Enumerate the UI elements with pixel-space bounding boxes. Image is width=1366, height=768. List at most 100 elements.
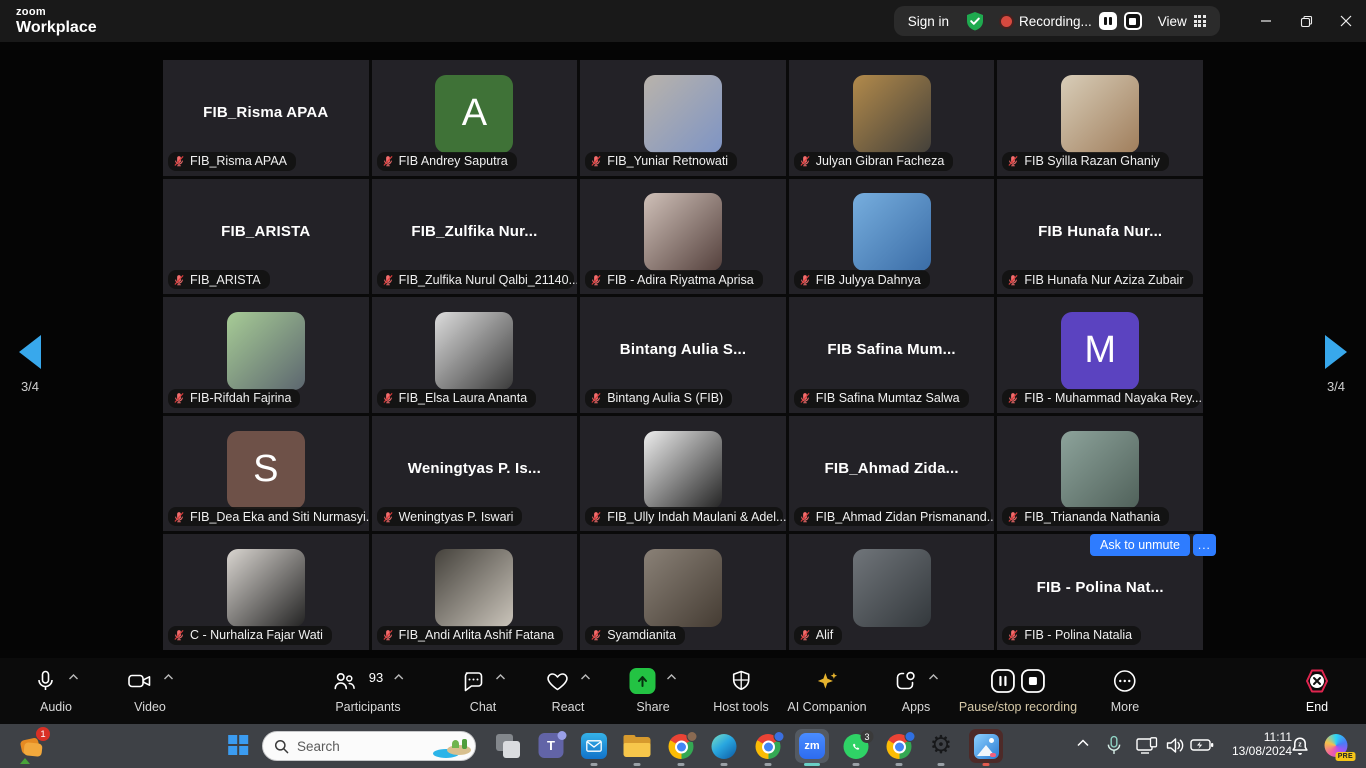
video-options-caret-icon[interactable]	[164, 674, 174, 680]
participant-tile[interactable]: Alif	[789, 534, 995, 650]
participants-caret-icon[interactable]	[394, 674, 404, 680]
taskbar-chrome-3[interactable]	[887, 734, 912, 759]
chat-button[interactable]: Chat	[461, 667, 506, 714]
previous-page-arrow-icon[interactable]	[19, 335, 41, 369]
more-button[interactable]: More	[1111, 667, 1139, 714]
participant-tile[interactable]: FIB Hunafa Nur...FIB Hunafa Nur Aziza Zu…	[997, 179, 1203, 295]
participant-tile[interactable]: FIB_Yuniar Retnowati	[580, 60, 786, 176]
next-page-arrow-icon[interactable]	[1325, 335, 1347, 369]
participant-tile[interactable]: FIB-Rifdah Fajrina	[163, 297, 369, 413]
sign-in-button[interactable]: Sign in	[908, 14, 949, 29]
pause-recording-toolbar-icon[interactable]	[990, 668, 1016, 694]
tray-cast[interactable]	[1136, 737, 1158, 755]
tray-clock[interactable]: 11:11 13/08/2024	[1232, 730, 1292, 758]
participant-tile[interactable]: Weningtyas P. Is...Weningtyas P. Iswari	[372, 416, 578, 532]
audio-button[interactable]: Audio	[34, 667, 79, 714]
tray-microphone-icon	[1107, 735, 1122, 756]
participant-tile[interactable]: FIB_Zulfika Nur...FIB_Zulfika Nurul Qalb…	[372, 179, 578, 295]
video-button[interactable]: Video	[127, 667, 174, 714]
apps-caret-icon[interactable]	[929, 674, 939, 680]
react-button[interactable]: React	[546, 667, 591, 714]
recording-indicator: Recording...	[1001, 12, 1142, 30]
mic-off-icon	[590, 155, 602, 167]
participants-button[interactable]: 93 Participants	[332, 667, 404, 714]
taskbar-notification-app[interactable]: 1	[18, 731, 48, 761]
tray-battery[interactable]	[1190, 738, 1214, 752]
participant-tile[interactable]: Bintang Aulia S...Bintang Aulia S (FIB)	[580, 297, 786, 413]
close-button[interactable]	[1326, 0, 1366, 42]
start-button[interactable]	[228, 735, 248, 755]
mic-off-icon	[799, 629, 811, 641]
chat-caret-icon[interactable]	[496, 674, 506, 680]
participant-tile[interactable]: Syamdianita	[580, 534, 786, 650]
participant-tile[interactable]: FIB_ARISTAFIB_ARISTA	[163, 179, 369, 295]
taskbar-edge[interactable]	[712, 734, 737, 759]
taskbar-chrome-2[interactable]	[756, 734, 781, 759]
participant-tile[interactable]: FIB_Ahmad Zida...FIB_Ahmad Zidan Prisman…	[789, 416, 995, 532]
participant-tile[interactable]: FIB_Ully Indah Maulani & Adel...	[580, 416, 786, 532]
share-button[interactable]: Share	[630, 667, 677, 714]
participant-name: Julyan Gibran Facheza	[816, 154, 945, 168]
ai-companion-button[interactable]: AI Companion	[787, 667, 866, 714]
tray-volume[interactable]	[1166, 737, 1185, 754]
security-shield-icon[interactable]	[965, 11, 985, 31]
participant-tile[interactable]: FIB_Risma APAAFIB_Risma APAA	[163, 60, 369, 176]
participant-more-button[interactable]: ...	[1193, 534, 1216, 556]
participant-tile[interactable]: Julyan Gibran Facheza	[789, 60, 995, 176]
participant-photo-avatar	[644, 549, 722, 627]
participant-tile[interactable]: AFIB Andrey Saputra	[372, 60, 578, 176]
participant-tile[interactable]: SFIB_Dea Eka and Siti Nurmasyi...	[163, 416, 369, 532]
minimize-button[interactable]	[1246, 0, 1286, 42]
restore-button[interactable]	[1286, 0, 1326, 42]
pause-stop-recording-button[interactable]: Pause/stop recording	[959, 667, 1077, 714]
pause-recording-icon[interactable]	[1099, 12, 1117, 30]
participant-photo-avatar	[853, 75, 931, 153]
participant-name: FIB_Andi Arlita Ashif Fatana	[399, 628, 555, 642]
participant-tile[interactable]: FIB_Triananda Nathania	[997, 416, 1203, 532]
react-caret-icon[interactable]	[581, 674, 591, 680]
taskbar-search[interactable]: Search	[262, 731, 476, 761]
taskbar-zoom-active[interactable]: zm	[795, 729, 829, 763]
tray-copilot[interactable]: PRE	[1325, 734, 1348, 757]
participant-tile[interactable]: C - Nurhaliza Fajar Wati	[163, 534, 369, 650]
share-caret-icon[interactable]	[667, 674, 677, 680]
taskbar-settings[interactable]: ⚙	[930, 732, 952, 757]
participant-tile[interactable]: FIB - Adira Riyatma Aprisa	[580, 179, 786, 295]
participant-tile[interactable]: FIB_Andi Arlita Ashif Fatana	[372, 534, 578, 650]
participant-tile[interactable]: FIB Syilla Razan Ghaniy	[997, 60, 1203, 176]
video-label: Video	[134, 700, 166, 714]
audio-options-caret-icon[interactable]	[69, 674, 79, 680]
zoom-app-icon: zm	[795, 729, 829, 763]
taskbar-photos-active[interactable]	[969, 729, 1003, 763]
end-meeting-button[interactable]: End	[1303, 667, 1331, 714]
taskbar-file-explorer[interactable]	[624, 735, 651, 757]
host-tools-button[interactable]: Host tools	[713, 667, 769, 714]
apps-button[interactable]: Apps	[894, 667, 939, 714]
task-view-button[interactable]	[496, 734, 520, 758]
tray-show-hidden-icons[interactable]	[1077, 739, 1090, 747]
mic-off-icon	[382, 274, 394, 286]
view-button[interactable]: View	[1158, 14, 1206, 29]
participant-tile[interactable]: FIB Safina Mum...FIB Safina Mumtaz Salwa	[789, 297, 995, 413]
participant-tile[interactable]: FIB Julyya Dahnya	[789, 179, 995, 295]
participant-name-tag: FIB_Risma APAA	[168, 152, 296, 171]
taskbar-mail[interactable]	[581, 733, 607, 759]
tray-notifications[interactable]: z	[1291, 736, 1310, 756]
stop-recording-icon[interactable]	[1124, 12, 1142, 30]
ask-to-unmute-button[interactable]: Ask to unmute	[1090, 534, 1190, 556]
tray-microphone[interactable]	[1107, 735, 1122, 756]
stop-recording-toolbar-icon[interactable]	[1020, 668, 1046, 694]
participant-name-tag: C - Nurhaliza Fajar Wati	[168, 626, 332, 645]
coins-app-icon: 1	[18, 731, 48, 761]
participant-tile[interactable]: MFIB - Muhammad Nayaka Rey...	[997, 297, 1203, 413]
taskbar-teams[interactable]: T	[539, 733, 564, 758]
participant-name: FIB Syilla Razan Ghaniy	[1024, 154, 1159, 168]
participant-tile[interactable]: FIB_Elsa Laura Ananta	[372, 297, 578, 413]
taskbar-whatsapp[interactable]: 3	[844, 734, 869, 759]
mic-off-icon	[382, 629, 394, 641]
taskbar-chrome-1[interactable]	[669, 734, 694, 759]
participant-display-name: FIB_Ahmad Zida...	[816, 460, 966, 477]
search-highlight-art[interactable]	[431, 731, 475, 761]
chat-label: Chat	[470, 700, 496, 714]
titlebar: zoom Workplace Sign in Recording... View	[0, 0, 1366, 42]
